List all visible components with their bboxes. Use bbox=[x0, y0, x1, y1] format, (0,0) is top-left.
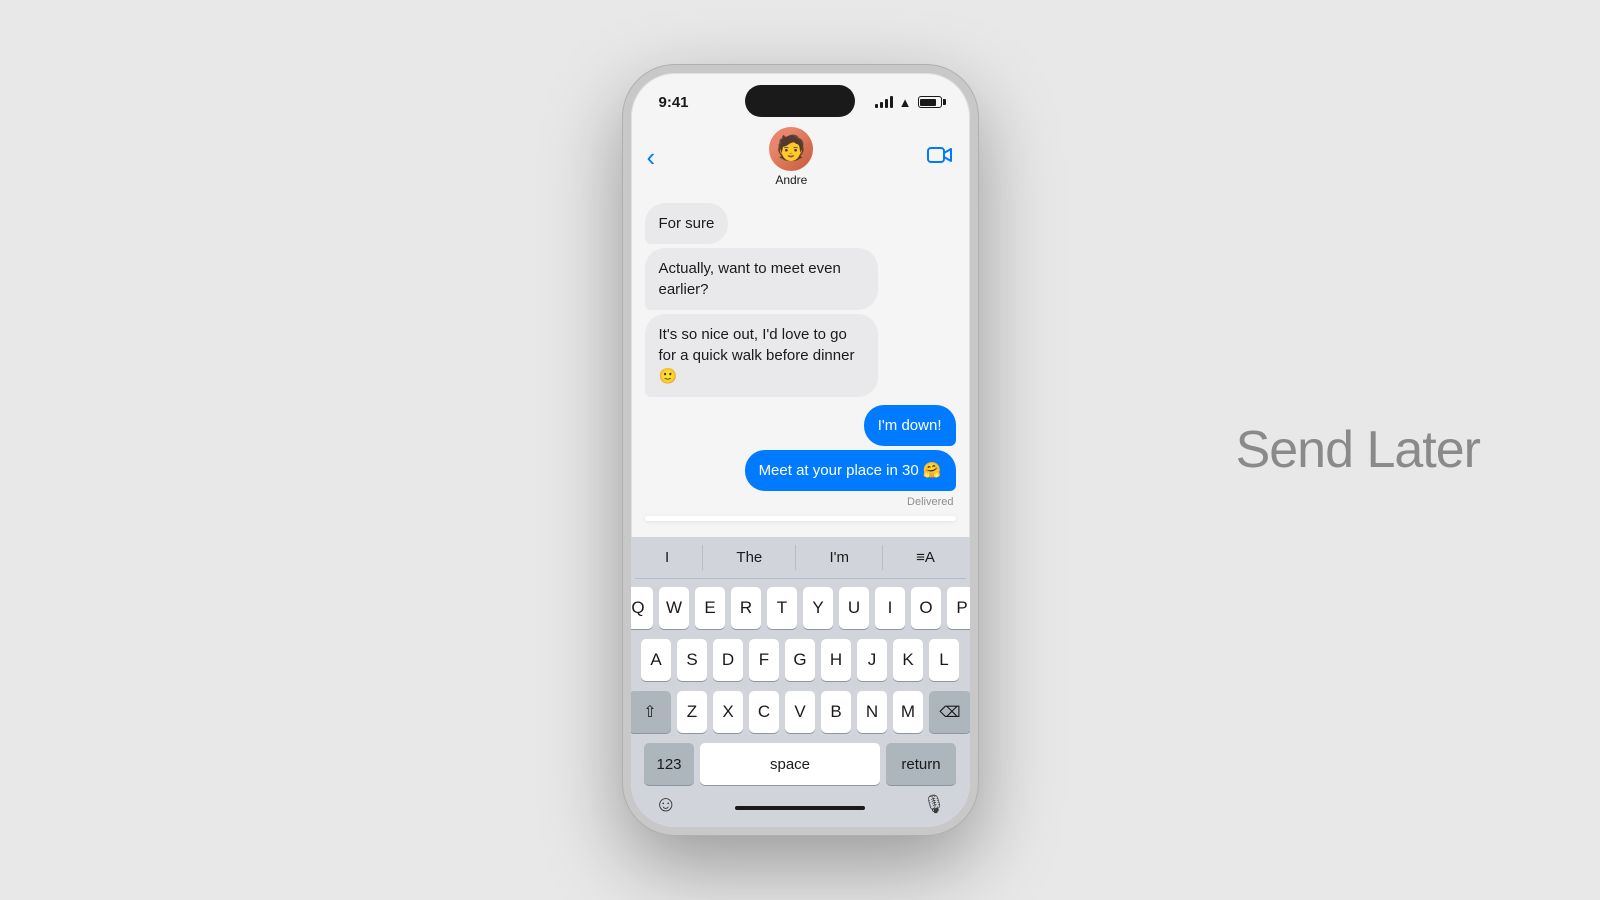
scene: Send Later 9:41 ▲ ‹ bbox=[0, 0, 1600, 900]
keyboard: I The I'm ≡A Q W E R T Y U I O P bbox=[631, 537, 970, 827]
suggestion-format[interactable]: ≡A bbox=[904, 545, 947, 570]
key-q[interactable]: Q bbox=[623, 587, 653, 629]
send-later-label: Send Later bbox=[1236, 420, 1480, 480]
keyboard-row-4: 123 space return bbox=[635, 743, 966, 785]
key-m[interactable]: M bbox=[893, 691, 923, 733]
microphone-key[interactable]: 🎙 bbox=[923, 794, 946, 815]
suggestion-im[interactable]: I'm bbox=[817, 545, 861, 570]
keyboard-row-1: Q W E R T Y U I O P bbox=[635, 587, 966, 629]
delete-key[interactable]: ⌫ bbox=[929, 691, 971, 733]
avatar: 🧑 bbox=[769, 127, 813, 171]
home-indicator bbox=[735, 806, 865, 810]
status-icons: ▲ bbox=[875, 95, 942, 110]
dynamic-island bbox=[745, 85, 855, 117]
delivered-label: Delivered bbox=[907, 496, 953, 508]
key-r[interactable]: R bbox=[731, 587, 761, 629]
key-p[interactable]: P bbox=[947, 587, 977, 629]
key-s[interactable]: S bbox=[677, 639, 707, 681]
message-bubble: I'm down! bbox=[864, 405, 956, 446]
key-d[interactable]: D bbox=[713, 639, 743, 681]
key-e[interactable]: E bbox=[695, 587, 725, 629]
key-b[interactable]: B bbox=[821, 691, 851, 733]
key-a[interactable]: A bbox=[641, 639, 671, 681]
numbers-key[interactable]: 123 bbox=[644, 743, 694, 785]
shift-key[interactable]: ⇧ bbox=[629, 691, 671, 733]
message-bubble: Meet at your place in 30 🤗 bbox=[745, 450, 956, 491]
space-key[interactable]: space bbox=[700, 743, 880, 785]
key-w[interactable]: W bbox=[659, 587, 689, 629]
iphone-shell: 9:41 ▲ ‹ 🧑 Andre bbox=[623, 65, 978, 835]
key-v[interactable]: V bbox=[785, 691, 815, 733]
key-z[interactable]: Z bbox=[677, 691, 707, 733]
key-y[interactable]: Y bbox=[803, 587, 833, 629]
message-bubble: It's so nice out, I'd love to go for a q… bbox=[645, 314, 878, 397]
key-t[interactable]: T bbox=[767, 587, 797, 629]
key-f[interactable]: F bbox=[749, 639, 779, 681]
key-c[interactable]: C bbox=[749, 691, 779, 733]
keyboard-row-2: A S D F G H J K L bbox=[635, 639, 966, 681]
signal-bars-icon bbox=[875, 96, 893, 108]
messages-area: For sure Actually, want to meet even ear… bbox=[631, 195, 970, 537]
suggestion-the[interactable]: The bbox=[724, 545, 774, 570]
wifi-icon: ▲ bbox=[899, 95, 912, 110]
nav-bar: ‹ 🧑 Andre bbox=[631, 123, 970, 195]
key-n[interactable]: N bbox=[857, 691, 887, 733]
video-call-button[interactable] bbox=[927, 145, 953, 170]
contact-info[interactable]: 🧑 Andre bbox=[769, 127, 813, 187]
message-bubble: For sure bbox=[645, 203, 729, 244]
message-bubble: Actually, want to meet even earlier? bbox=[645, 248, 878, 310]
key-h[interactable]: H bbox=[821, 639, 851, 681]
key-k[interactable]: K bbox=[893, 639, 923, 681]
suggestion-i[interactable]: I bbox=[653, 545, 681, 570]
status-time: 9:41 bbox=[659, 94, 689, 111]
keyboard-bottom-bar: ☺ 🎙 bbox=[635, 789, 966, 823]
contact-name: Andre bbox=[775, 173, 807, 187]
key-g[interactable]: G bbox=[785, 639, 815, 681]
back-button[interactable]: ‹ bbox=[647, 142, 656, 173]
avatar-emoji: 🧑 bbox=[776, 137, 806, 161]
return-key[interactable]: return bbox=[886, 743, 956, 785]
keyboard-suggestions: I The I'm ≡A bbox=[635, 545, 966, 579]
key-x[interactable]: X bbox=[713, 691, 743, 733]
key-j[interactable]: J bbox=[857, 639, 887, 681]
key-u[interactable]: U bbox=[839, 587, 869, 629]
send-later-card: ● Tomorrow at 10:00 AM › × + Happy birth… bbox=[645, 516, 956, 521]
keyboard-row-3: ⇧ Z X C V B N M ⌫ bbox=[635, 691, 966, 733]
emoji-key[interactable]: ☺ bbox=[655, 791, 677, 817]
battery-icon bbox=[918, 96, 942, 108]
key-i[interactable]: I bbox=[875, 587, 905, 629]
key-o[interactable]: O bbox=[911, 587, 941, 629]
key-l[interactable]: L bbox=[929, 639, 959, 681]
send-later-header: ● Tomorrow at 10:00 AM › × bbox=[645, 516, 956, 521]
